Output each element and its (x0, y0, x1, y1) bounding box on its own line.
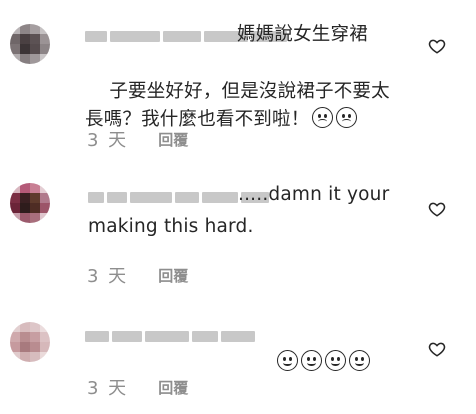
sad-face-emoji (312, 107, 334, 128)
reply-button[interactable]: 回覆 (158, 265, 188, 286)
comment-meta: 3 天 回覆 (87, 262, 188, 288)
reply-button[interactable]: 回覆 (158, 129, 188, 150)
comment-time: 3 天 (87, 266, 129, 287)
avatar[interactable] (10, 24, 50, 64)
heart-outline-icon[interactable] (428, 200, 446, 218)
avatar[interactable] (10, 183, 50, 223)
laughing-face-emoji (325, 349, 347, 371)
avatar[interactable] (10, 322, 50, 362)
comment-text (250, 320, 371, 406)
comment-meta: 3 天 回覆 (87, 374, 188, 400)
sad-face-emoji (336, 107, 358, 128)
comment-item: .....damn it your making this hard. 3 天 … (0, 160, 476, 290)
comment-meta: 3 天 回覆 (87, 126, 188, 152)
comment-time: 3 天 (87, 378, 129, 399)
heart-outline-icon[interactable] (428, 37, 446, 55)
comment-text-body: making this hard. (88, 216, 254, 237)
heart-outline-icon[interactable] (428, 340, 446, 358)
username-blurred[interactable] (85, 330, 255, 343)
comment-item: 3 天 回覆 (0, 290, 476, 414)
comment-item: 媽媽說女生穿裙 子要坐好好，但是沒說裙子不要太 長嗎？我什麼也看不到啦！ 3 天… (0, 0, 476, 160)
laughing-face-emoji (277, 349, 299, 371)
comment-text-line1: 媽媽說女生穿裙 (237, 24, 368, 45)
comment-time: 3 天 (87, 130, 129, 151)
laughing-face-emoji (349, 349, 371, 371)
comment-text-line1: .....damn it your (238, 184, 390, 205)
laughing-face-emoji (301, 349, 323, 371)
reply-button[interactable]: 回覆 (158, 377, 188, 398)
